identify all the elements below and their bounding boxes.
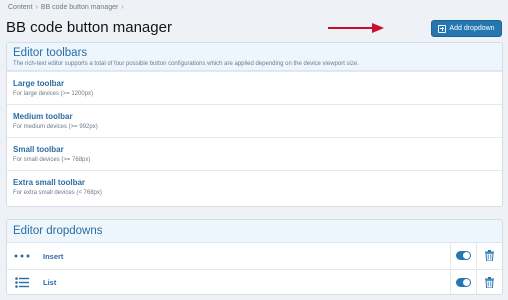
- toolbar-hint: For large devices (>= 1200px): [13, 91, 94, 97]
- breadcrumb-item-bb-code-button-manager[interactable]: BB code button manager: [41, 4, 118, 11]
- add-dropdown-label: Add dropdown: [449, 25, 495, 32]
- list-icon: [10, 270, 34, 295]
- toolbar-hint: For medium devices (>= 992px): [13, 124, 98, 130]
- page: Content › BB code button manager › BB co…: [0, 0, 508, 300]
- dropdown-actions: [450, 270, 502, 294]
- breadcrumb-item-content[interactable]: Content: [8, 4, 33, 11]
- toolbar-hint: For extra small devices (< 768px): [13, 190, 102, 196]
- plus-square-icon: [438, 24, 447, 33]
- toggle-switch-icon: [456, 251, 471, 260]
- toolbar-row-large[interactable]: Large toolbar For large devices (>= 1200…: [7, 71, 502, 104]
- editor-dropdowns-panel: Editor dropdowns Insert List: [6, 219, 503, 295]
- enable-toggle[interactable]: [450, 243, 476, 268]
- delete-button[interactable]: [476, 243, 502, 268]
- toolbar-name[interactable]: Small toolbar: [13, 145, 496, 154]
- toolbar-name[interactable]: Large toolbar: [13, 79, 496, 88]
- dropdown-row-insert[interactable]: Insert: [7, 243, 502, 269]
- annotation-arrow: [328, 23, 384, 33]
- trash-icon: [485, 277, 494, 288]
- editor-dropdowns-title: Editor dropdowns: [13, 225, 103, 237]
- toggle-switch-icon: [456, 278, 471, 287]
- toolbar-hint: For small devices (>= 768px): [13, 157, 91, 163]
- toolbar-name[interactable]: Extra small toolbar: [13, 178, 496, 187]
- delete-button[interactable]: [476, 270, 502, 294]
- breadcrumb-separator: ›: [35, 4, 38, 11]
- dropdown-name[interactable]: Insert: [43, 252, 63, 261]
- trash-icon: [485, 250, 494, 261]
- ellipsis-icon: [10, 243, 34, 269]
- toolbar-row-small[interactable]: Small toolbar For small devices (>= 768p…: [7, 137, 502, 170]
- toolbar-row-medium[interactable]: Medium toolbar For medium devices (>= 99…: [7, 104, 502, 137]
- dropdown-row-list[interactable]: List: [7, 269, 502, 295]
- enable-toggle[interactable]: [450, 270, 476, 294]
- editor-toolbars-description: The rich-text editor supports a total of…: [13, 61, 359, 67]
- editor-toolbars-header: Editor toolbars The rich-text editor sup…: [7, 43, 502, 71]
- editor-dropdowns-header: Editor dropdowns: [7, 220, 502, 243]
- editor-toolbars-panel: Editor toolbars The rich-text editor sup…: [6, 42, 503, 207]
- breadcrumb: Content › BB code button manager ›: [8, 4, 124, 11]
- dropdown-actions: [450, 243, 502, 268]
- page-title: BB code button manager: [6, 19, 172, 36]
- add-dropdown-button[interactable]: Add dropdown: [431, 20, 502, 37]
- dropdown-name[interactable]: List: [43, 278, 56, 287]
- toolbar-row-extra-small[interactable]: Extra small toolbar For extra small devi…: [7, 170, 502, 203]
- toolbar-name[interactable]: Medium toolbar: [13, 112, 496, 121]
- breadcrumb-separator: ›: [121, 4, 124, 11]
- editor-toolbars-title: Editor toolbars: [13, 47, 88, 59]
